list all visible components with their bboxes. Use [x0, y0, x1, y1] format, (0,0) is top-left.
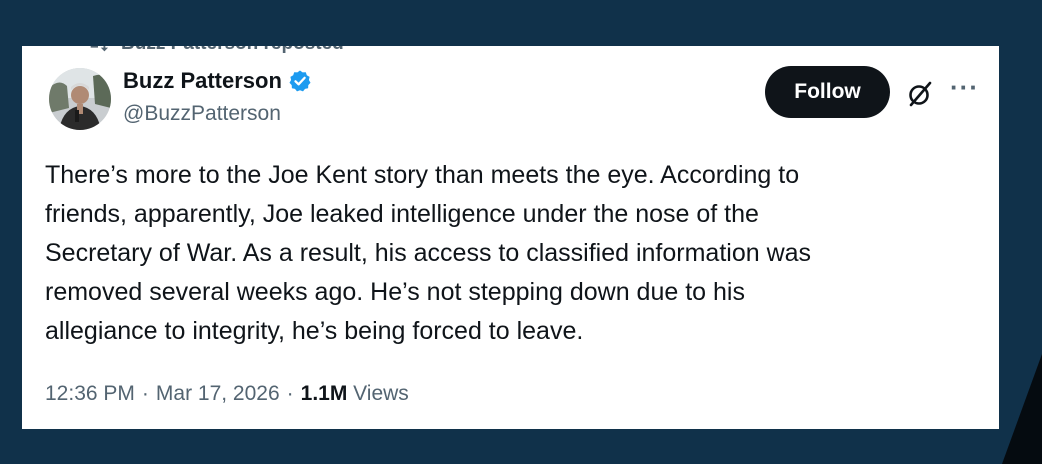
avatar-image [49, 68, 111, 130]
repost-label: Buzz Patterson reposted [121, 46, 344, 55]
tweet-date[interactable]: Mar 17, 2026 [156, 382, 280, 406]
tweet-text: There’s more to the Joe Kent story than … [45, 156, 945, 351]
author-row: Buzz Patterson [123, 68, 312, 94]
avatar[interactable] [49, 68, 111, 130]
tweet-time[interactable]: 12:36 PM [45, 382, 135, 406]
author-handle[interactable]: @BuzzPatterson [123, 102, 281, 126]
background-corner [1002, 354, 1042, 464]
repost-icon [90, 46, 109, 52]
tweet-card[interactable]: Buzz Patterson reposted Buzz Patterson @… [22, 46, 999, 429]
author-name[interactable]: Buzz Patterson [123, 68, 282, 94]
tweet-line: removed several weeks ago. He’s not step… [45, 278, 745, 306]
meta-separator: · [286, 382, 294, 405]
more-icon[interactable]: ··· [950, 74, 978, 105]
grok-icon[interactable] [905, 79, 935, 109]
verified-badge-icon [289, 70, 311, 92]
tweet-line: allegiance to integrity, he’s being forc… [45, 317, 584, 345]
views-count: 1.1M [300, 382, 348, 405]
tweet-meta: 12:36 PM · Mar 17, 2026 · 1.1M Views [45, 382, 409, 406]
meta-separator: · [141, 382, 149, 405]
repost-indicator: Buzz Patterson reposted [87, 46, 344, 56]
tweet-line: Secretary of War. As a result, his acces… [45, 239, 812, 267]
views-label: Views [353, 382, 409, 405]
follow-button[interactable]: Follow [765, 66, 890, 118]
tweet-line: There’s more to the Joe Kent story than … [45, 161, 800, 189]
tweet-line: friends, apparently, Joe leaked intellig… [45, 200, 759, 228]
